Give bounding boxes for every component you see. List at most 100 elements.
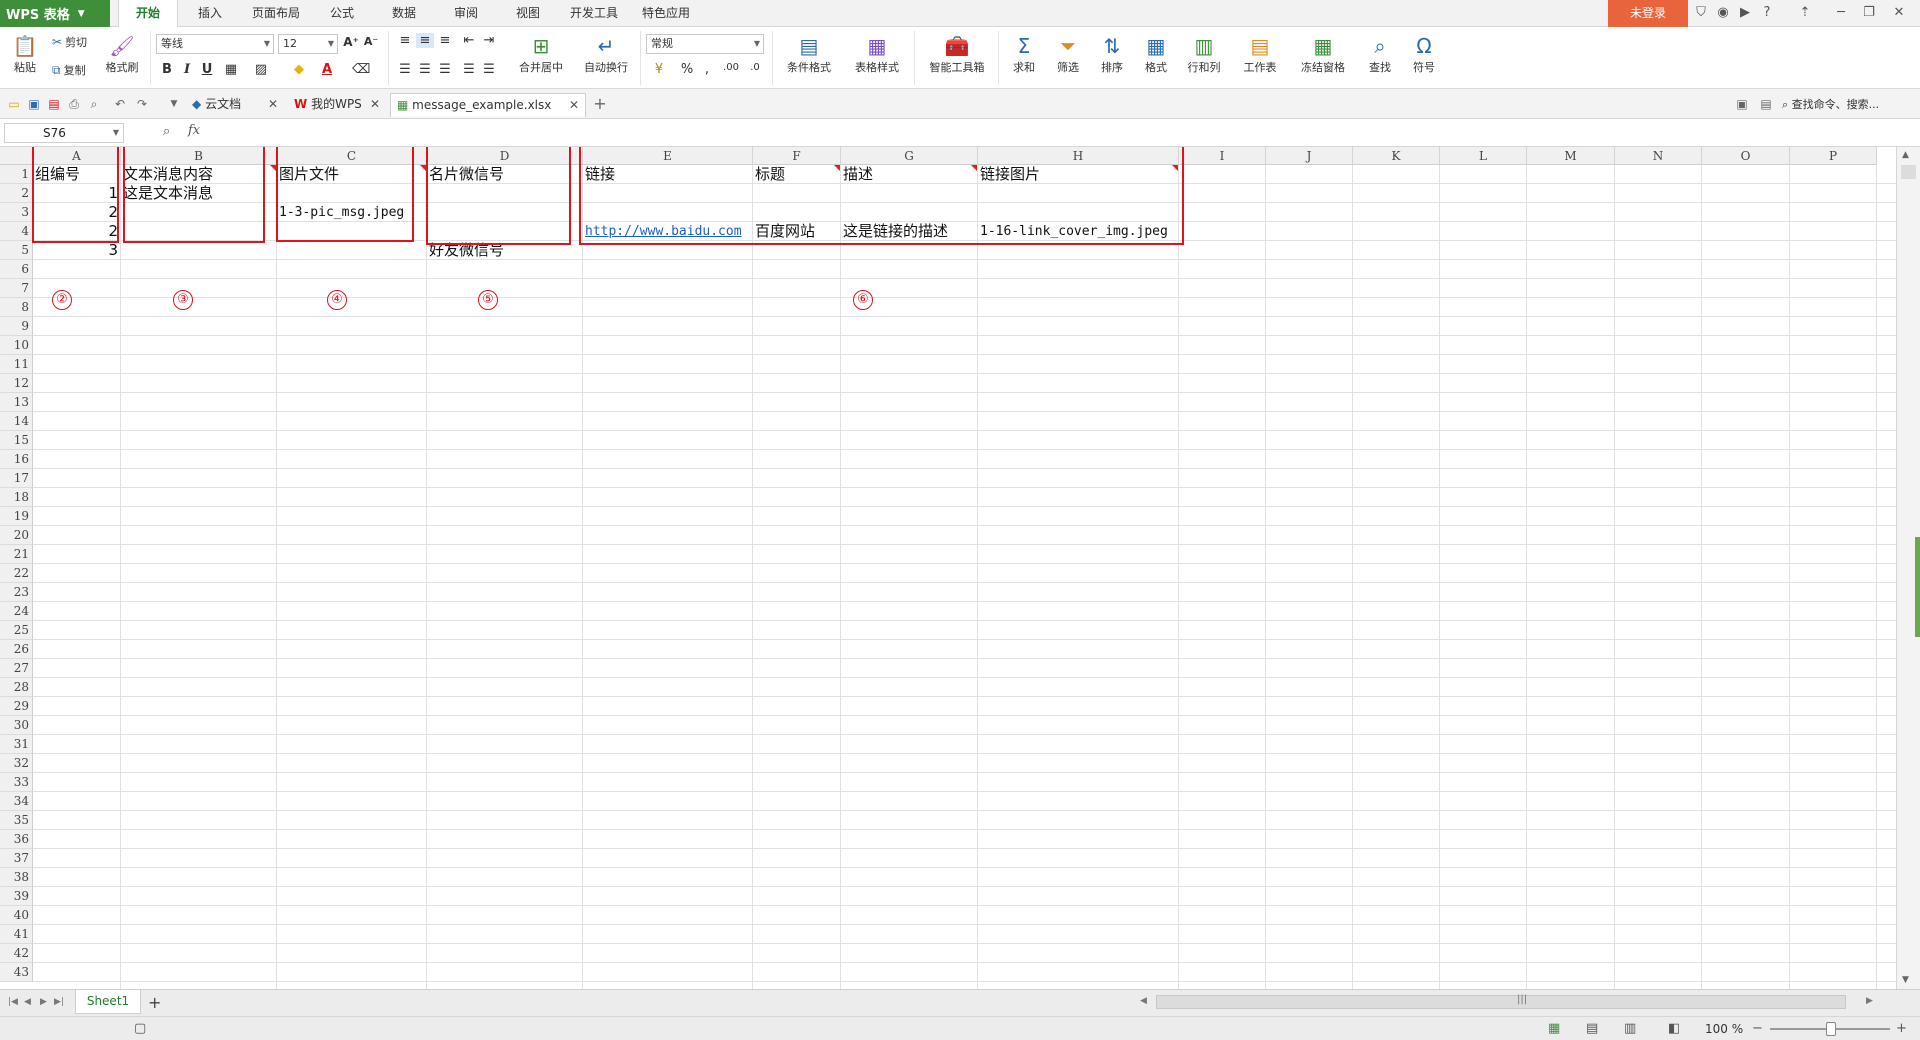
column-header-J[interactable]: J — [1266, 147, 1353, 165]
align-bottom-icon[interactable]: ≡ — [436, 33, 454, 48]
font-size-select[interactable]: 12 ▼ — [278, 34, 338, 54]
format-button[interactable]: ▦ 格式 — [1136, 33, 1176, 75]
pin-icon[interactable]: ▤ — [1758, 96, 1774, 112]
close-icon[interactable]: ✕ — [1890, 4, 1908, 22]
column-header-M[interactable]: M — [1527, 147, 1615, 165]
justify-icon[interactable]: ☰ — [460, 62, 478, 77]
share-icon[interactable]: ▶ — [1736, 4, 1754, 22]
clear-format-icon[interactable]: ⌫ — [352, 62, 370, 77]
row-header-16[interactable]: 16 — [0, 450, 33, 469]
zoom-out-icon[interactable]: − — [1752, 1021, 1763, 1036]
save-icon[interactable]: ▣ — [26, 96, 42, 112]
add-sheet-icon[interactable]: + — [148, 993, 161, 1012]
column-header-O[interactable]: O — [1702, 147, 1790, 165]
tab-my-wps[interactable]: W 我的WPS ✕ — [288, 93, 386, 117]
row-header-7[interactable]: 7 — [0, 279, 33, 298]
column-header-I[interactable]: I — [1179, 147, 1266, 165]
new-tab-icon[interactable]: + — [592, 96, 608, 112]
border-icon[interactable]: ▦ — [222, 62, 240, 77]
row-header-11[interactable]: 11 — [0, 355, 33, 374]
tab-special[interactable]: 特色应用 — [634, 0, 698, 27]
row-header-10[interactable]: 10 — [0, 336, 33, 355]
row-header-19[interactable]: 19 — [0, 507, 33, 526]
zoom-formula-icon[interactable]: ⌕ — [163, 124, 170, 139]
last-sheet-icon[interactable]: ▶| — [54, 997, 64, 1007]
side-panel-handle[interactable] — [1915, 537, 1920, 637]
fx-icon[interactable]: fx — [188, 123, 200, 138]
currency-icon[interactable]: ¥ — [650, 62, 668, 77]
underline-icon[interactable]: U — [198, 62, 216, 77]
wrap-text-button[interactable]: ↵ 自动换行 — [578, 33, 634, 75]
table-style-button[interactable]: ▦ 表格样式 — [846, 33, 908, 75]
normal-view-icon[interactable]: ▦ — [1548, 1021, 1560, 1036]
select-all-corner[interactable] — [0, 147, 33, 165]
sheet-tab-sheet1[interactable]: Sheet1 — [75, 990, 141, 1014]
freeze-panes-button[interactable]: ▦ 冻结窗格 — [1292, 33, 1354, 75]
conditional-format-button[interactable]: ▤ 条件格式 — [778, 33, 840, 75]
align-middle-icon[interactable]: ≡ — [416, 33, 434, 48]
indent-decrease-icon[interactable]: ⇤ — [460, 33, 478, 48]
skin-icon[interactable]: ◉ — [1714, 4, 1732, 22]
row-header-18[interactable]: 18 — [0, 488, 33, 507]
cell-style-icon[interactable]: ▨ — [252, 62, 270, 77]
filter-button[interactable]: ⏷ 筛选 — [1048, 33, 1088, 75]
row-header-6[interactable]: 6 — [0, 260, 33, 279]
row-header-38[interactable]: 38 — [0, 868, 33, 887]
zoom-slider-knob[interactable] — [1826, 1022, 1836, 1036]
prev-sheet-icon[interactable]: ◀ — [24, 997, 31, 1007]
align-right-icon[interactable]: ☰ — [436, 62, 454, 77]
row-header-8[interactable]: 8 — [0, 298, 33, 317]
restore-ribbon-icon[interactable]: ⇡ — [1796, 4, 1814, 22]
decrease-decimal-icon[interactable]: .0 — [746, 62, 764, 73]
row-header-33[interactable]: 33 — [0, 773, 33, 792]
italic-icon[interactable]: I — [178, 62, 196, 77]
tab-page-layout[interactable]: 页面布局 — [244, 0, 308, 27]
cell-A5[interactable]: 3 — [33, 241, 120, 260]
indent-increase-icon[interactable]: ⇥ — [480, 33, 498, 48]
align-top-icon[interactable]: ≡ — [396, 33, 414, 48]
increase-font-icon[interactable]: A⁺ — [342, 35, 360, 49]
row-header-3[interactable]: 3 — [0, 203, 33, 222]
eye-protection-icon[interactable]: ◧ — [1668, 1021, 1680, 1036]
scroll-up-icon[interactable]: ▲ — [1902, 150, 1909, 160]
fill-color-icon[interactable]: ◆ — [290, 62, 308, 77]
zoom-in-icon[interactable]: + — [1896, 1021, 1907, 1036]
row-header-29[interactable]: 29 — [0, 697, 33, 716]
next-sheet-icon[interactable]: ▶ — [40, 997, 47, 1007]
column-header-P[interactable]: P — [1790, 147, 1877, 165]
column-header-L[interactable]: L — [1440, 147, 1527, 165]
increase-decimal-icon[interactable]: .00 — [722, 62, 740, 73]
row-header-39[interactable]: 39 — [0, 887, 33, 906]
sort-button[interactable]: ⇅ 排序 — [1092, 33, 1132, 75]
help-icon[interactable]: ? — [1758, 4, 1776, 22]
row-header-41[interactable]: 41 — [0, 925, 33, 944]
tab-cloud-docs[interactable]: ◆ 云文档 ✕ — [186, 93, 284, 117]
row-header-15[interactable]: 15 — [0, 431, 33, 450]
align-center-icon[interactable]: ☰ — [416, 62, 434, 77]
row-header-28[interactable]: 28 — [0, 678, 33, 697]
print-preview-icon[interactable]: ⌕ — [86, 96, 102, 112]
close-icon[interactable]: ✕ — [370, 93, 380, 115]
scroll-thumb[interactable] — [1901, 165, 1916, 179]
app-menu-button[interactable]: WPS 表格 ▼ — [0, 0, 110, 27]
close-icon[interactable]: ✕ — [569, 94, 579, 116]
row-header-31[interactable]: 31 — [0, 735, 33, 754]
decrease-font-icon[interactable]: A⁻ — [362, 35, 380, 48]
scroll-down-icon[interactable]: ▼ — [1902, 975, 1909, 985]
row-header-30[interactable]: 30 — [0, 716, 33, 735]
row-header-37[interactable]: 37 — [0, 849, 33, 868]
export-pdf-icon[interactable]: ▤ — [46, 96, 62, 112]
row-header-21[interactable]: 21 — [0, 545, 33, 564]
sum-button[interactable]: Σ 求和 — [1004, 33, 1044, 75]
print-icon[interactable]: ⎙ — [66, 96, 82, 112]
paste-button[interactable]: 📋 粘贴 — [8, 33, 42, 75]
row-header-9[interactable]: 9 — [0, 317, 33, 336]
scroll-thumb[interactable]: ||| — [1156, 994, 1846, 1009]
column-header-K[interactable]: K — [1353, 147, 1440, 165]
row-header-5[interactable]: 5 — [0, 241, 33, 260]
page-break-view-icon[interactable]: ▥ — [1624, 1021, 1636, 1036]
shield-icon[interactable]: ⛉ — [1692, 4, 1710, 22]
tab-data[interactable]: 数据 — [380, 0, 428, 27]
row-header-23[interactable]: 23 — [0, 583, 33, 602]
window-mode-icon[interactable]: ▣ — [1734, 96, 1750, 112]
